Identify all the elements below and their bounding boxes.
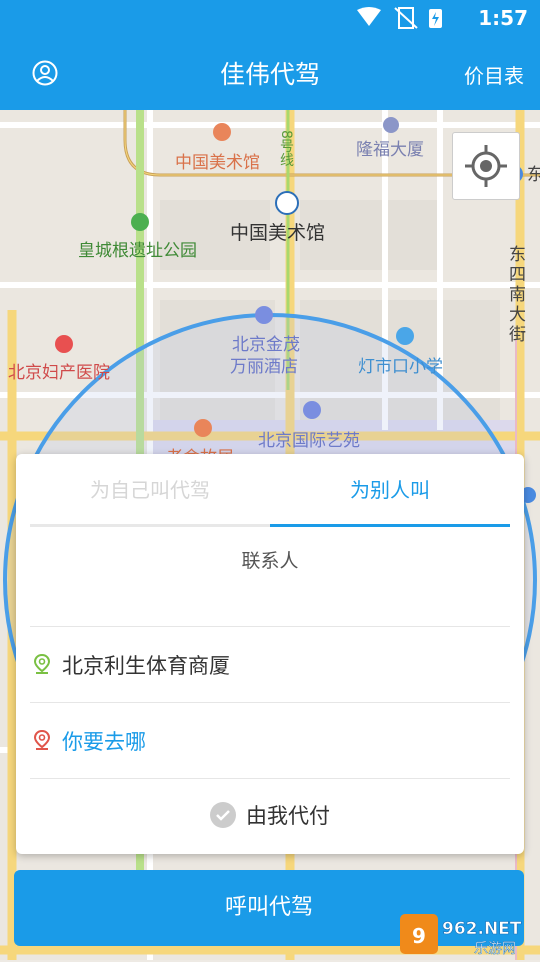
- destination-input: 你要去哪: [62, 730, 146, 754]
- hospital-poi-icon: [55, 335, 73, 353]
- poi-label: 中国美术馆: [175, 153, 260, 173]
- poi-label: 东: [527, 165, 540, 185]
- destination-row[interactable]: 你要去哪: [30, 704, 510, 778]
- start-pin-icon: [33, 653, 51, 674]
- price-list-button[interactable]: 价目表: [464, 60, 524, 89]
- tab-call-for-self[interactable]: 为自己叫代驾: [30, 474, 270, 503]
- start-location-text: 北京利生体育商厦: [62, 654, 230, 678]
- divider: [30, 626, 510, 627]
- poi-label: 8号线: [278, 130, 294, 167]
- svg-text:乐游网: 乐游网: [474, 941, 516, 957]
- locate-me-button[interactable]: [452, 132, 520, 200]
- crosshair-icon: [465, 145, 507, 187]
- status-time: 1:57: [478, 6, 528, 30]
- poi-label: 北京妇产医院: [8, 363, 110, 383]
- svg-text:9: 9: [412, 924, 426, 948]
- divider: [30, 778, 510, 779]
- school-poi-icon: [396, 327, 414, 345]
- tab-call-for-others[interactable]: 为别人叫: [270, 474, 510, 503]
- status-bar: 1:57: [0, 0, 540, 35]
- app-bar: 佳伟代驾 价目表: [0, 35, 540, 110]
- svg-text:962.NET: 962.NET: [442, 919, 522, 939]
- divider: [30, 702, 510, 703]
- metro-station-icon: [275, 191, 299, 215]
- status-icons: [355, 6, 455, 30]
- poi-label: 北京国际艺苑: [258, 431, 360, 451]
- wifi-icon: [357, 7, 381, 26]
- hotel-poi-icon-2: [303, 401, 321, 419]
- app-title: 佳伟代驾: [219, 60, 320, 89]
- contact-field[interactable]: 联系人: [16, 546, 524, 573]
- tab-indicator: [30, 524, 510, 527]
- poi-label: 皇城根遗址公园: [78, 241, 197, 261]
- poi-label: 隆福大厦: [356, 140, 424, 160]
- poi-label: 万丽酒店: [230, 357, 298, 377]
- mall-poi-icon: [383, 117, 399, 133]
- hotel-poi-icon: [255, 306, 273, 324]
- pay-label: 由我代付: [246, 804, 330, 828]
- order-card: 为自己叫代驾 为别人叫 联系人 北京利生体育商厦 你要去哪 由我代付: [16, 454, 524, 854]
- destination-pin-icon: [33, 729, 51, 750]
- start-location-row[interactable]: 北京利生体育商厦: [30, 628, 510, 702]
- poi-label: 灯市口小学: [358, 357, 443, 377]
- poi-label-vertical: 东四南大街: [509, 245, 526, 345]
- checkbox-icon[interactable]: [210, 802, 236, 828]
- site-watermark-logo: 9 962.NET 乐游网: [400, 910, 534, 958]
- poi-label: 中国美术馆: [230, 222, 326, 244]
- park-poi-icon: [131, 213, 149, 231]
- pay-for-others-option[interactable]: 由我代付: [16, 800, 524, 830]
